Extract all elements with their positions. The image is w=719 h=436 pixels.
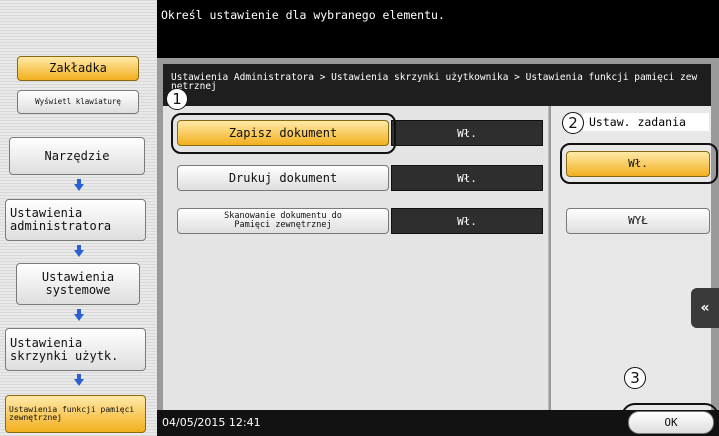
arrow-down-icon — [74, 309, 84, 321]
callout-number-2: 2 — [562, 112, 584, 134]
scan-to-external-memory-label: Skanowanie dokumentu do Pamięci zewnętrz… — [224, 211, 342, 230]
datetime: 04/05/2015 12:41 — [162, 416, 261, 429]
system-settings-button[interactable]: Ustawienia systemowe — [16, 263, 140, 305]
callout-number-1: 1 — [166, 88, 188, 110]
callout-ring-save-document — [171, 113, 396, 154]
ext-memory-functions-label: Ustawienia funkcji pamięci zewnętrznej — [9, 404, 135, 422]
save-document-value: Wł. — [391, 120, 543, 146]
message-bar: Określ ustawienie dla wybranego elementu… — [157, 0, 719, 58]
tools-button[interactable]: Narzędzie — [9, 137, 145, 175]
print-document-label: Drukuj dokument — [228, 170, 338, 185]
show-keyboard-label: Wyświetl klawiaturę — [35, 97, 121, 107]
off-button[interactable]: WYŁ — [566, 208, 710, 234]
off-label: WYŁ — [628, 214, 648, 228]
instruction-text: Określ ustawienie dla wybranego elementu… — [161, 8, 445, 22]
arrow-down-icon — [74, 179, 84, 191]
collapse-panel-button[interactable]: « — [691, 288, 719, 328]
ext-memory-functions-button[interactable]: Ustawienia funkcji pamięci zewnętrznej — [5, 395, 146, 433]
breadcrumb: Ustawienia Administratora > Ustawienia s… — [163, 64, 711, 106]
arrow-down-icon — [74, 374, 84, 386]
sidebar: Zakładka Wyświetl klawiaturę Narzędzie U… — [0, 0, 157, 436]
admin-settings-label: Ustawienia administratora — [10, 206, 112, 233]
print-document-button[interactable]: Drukuj dokument — [177, 165, 389, 191]
callout-number-3: 3 — [624, 367, 646, 389]
bookmark-button[interactable]: Zakładka — [17, 56, 139, 81]
breadcrumb-text: Ustawienia Administratora > Ustawienia s… — [171, 72, 698, 92]
scan-to-external-memory-value: Wł. — [391, 208, 543, 234]
box-settings-label: Ustawienia skrzynki użytk. — [10, 335, 119, 363]
callout-ring-ok-button — [621, 403, 719, 436]
double-chevron-left-icon: « — [700, 300, 710, 316]
box-settings-button[interactable]: Ustawienia skrzynki użytk. — [5, 328, 146, 371]
job-settings-title: Ustaw. zadania — [583, 113, 709, 131]
bookmark-label: Zakładka — [49, 61, 107, 76]
system-settings-label: Ustawienia systemowe — [41, 270, 115, 297]
callout-ring-on-button — [560, 143, 718, 184]
scan-to-external-memory-button[interactable]: Skanowanie dokumentu do Pamięci zewnętrz… — [177, 208, 389, 234]
arrow-down-icon — [74, 245, 84, 257]
tools-label: Narzędzie — [44, 148, 110, 163]
print-document-value: Wł. — [391, 165, 543, 191]
admin-settings-button[interactable]: Ustawienia administratora — [5, 199, 146, 241]
show-keyboard-button[interactable]: Wyświetl klawiaturę — [17, 90, 139, 114]
